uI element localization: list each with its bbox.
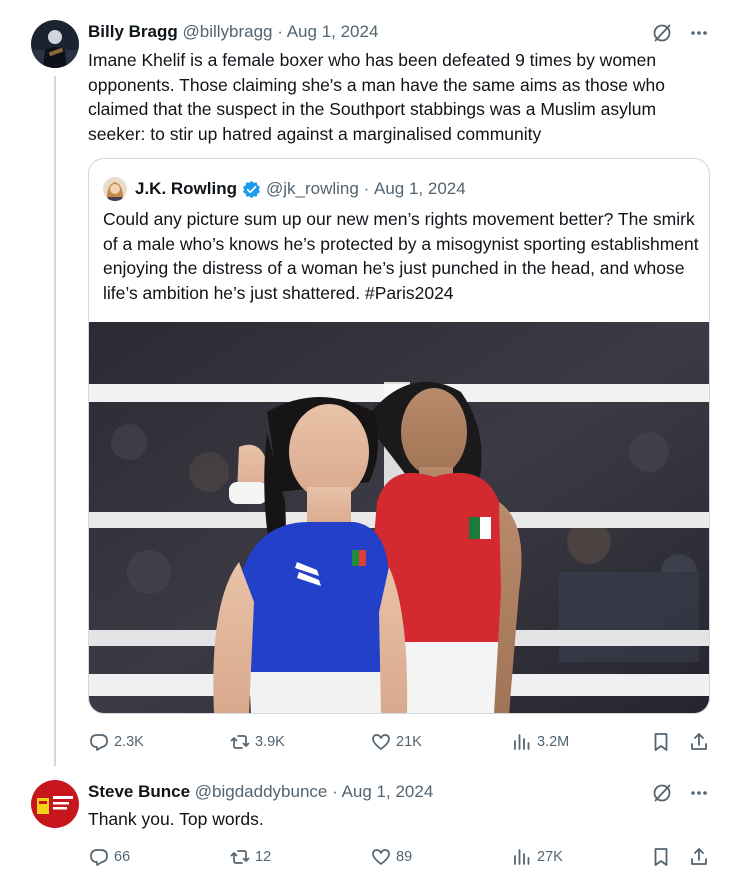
quote-header: J.K. Rowling @jk_rowling · Aug 1, 2024: [103, 177, 466, 201]
like-count: 21K: [396, 734, 422, 750]
quote-avatar[interactable]: [103, 177, 127, 201]
quote-photo[interactable]: [89, 322, 709, 713]
tweet-top-icons: [651, 22, 709, 44]
like-icon: [372, 734, 390, 750]
tweet-actions: 2.3K 3.9K 21K 3.2M: [88, 731, 712, 755]
quote-separator: ·: [363, 179, 370, 198]
bookmark-icon: [654, 848, 668, 866]
tweet-steve-bunce[interactable]: Steve Bunce @bigdaddybunce · Aug 1, 2024…: [0, 770, 731, 878]
repost-button[interactable]: 3.9K: [229, 731, 285, 753]
tweet-text: Imane Khelif is a female boxer who has b…: [88, 50, 665, 144]
like-button[interactable]: 21K: [370, 731, 422, 753]
quote-author-handle[interactable]: @jk_rowling: [266, 179, 359, 199]
separator: ·: [277, 22, 283, 41]
tweet-date[interactable]: Aug 1, 2024: [287, 22, 379, 41]
views-icon: [514, 734, 530, 750]
like-count: 89: [396, 849, 413, 865]
bookmark-button[interactable]: [650, 731, 672, 753]
views-button[interactable]: 3.2M: [511, 731, 569, 753]
like-button[interactable]: 89: [370, 846, 412, 868]
grok-icon[interactable]: [651, 782, 673, 804]
repost-icon: [230, 735, 250, 749]
tweet-billy-bragg[interactable]: Billy Bragg @billybragg · Aug 1, 2024 Im…: [0, 0, 731, 770]
avatar[interactable]: [31, 780, 79, 828]
reply-count: 2.3K: [114, 734, 144, 750]
bookmark-button[interactable]: [650, 846, 672, 868]
views-icon: [514, 849, 530, 865]
share-icon: [691, 848, 707, 865]
tweet-header: Billy Bragg @billybragg · Aug 1, 2024: [88, 22, 378, 42]
quote-author-name[interactable]: J.K. Rowling: [135, 179, 237, 199]
share-icon: [691, 733, 707, 750]
quoted-tweet[interactable]: J.K. Rowling @jk_rowling · Aug 1, 2024 C…: [88, 158, 710, 714]
grok-icon[interactable]: [651, 22, 673, 44]
separator: ·: [332, 782, 338, 801]
quote-date[interactable]: Aug 1, 2024: [374, 179, 466, 199]
tweet-top-icons: [651, 782, 709, 804]
share-button[interactable]: [688, 846, 710, 868]
views-count: 3.2M: [537, 734, 570, 750]
more-icon[interactable]: [689, 23, 709, 43]
views-count: 27K: [537, 849, 563, 865]
author-name[interactable]: Billy Bragg: [88, 22, 178, 41]
views-button[interactable]: 27K: [511, 846, 563, 868]
tweet-actions: 66 12 89 27K: [88, 846, 712, 870]
reply-button[interactable]: 2.3K: [88, 731, 144, 753]
repost-count: 3.9K: [255, 734, 285, 750]
repost-button[interactable]: 12: [229, 846, 271, 868]
repost-icon: [230, 850, 250, 864]
repost-count: 12: [255, 849, 272, 865]
author-name[interactable]: Steve Bunce: [88, 782, 190, 801]
author-handle[interactable]: @billybragg: [182, 22, 272, 41]
share-button[interactable]: [688, 731, 710, 753]
tweet-text: Thank you. Top words.: [88, 809, 264, 829]
reply-button[interactable]: 66: [88, 846, 130, 868]
quote-text: Could any picture sum up our new men’s r…: [103, 209, 699, 303]
tweet-header: Steve Bunce @bigdaddybunce · Aug 1, 2024: [88, 782, 433, 802]
author-handle[interactable]: @bigdaddybunce: [195, 782, 328, 801]
like-icon: [372, 849, 390, 865]
verified-badge-icon: [242, 180, 261, 199]
tweet-date[interactable]: Aug 1, 2024: [342, 782, 434, 801]
thread-line: [54, 76, 56, 766]
reply-icon: [90, 849, 108, 866]
bookmark-icon: [654, 733, 668, 751]
avatar[interactable]: [31, 20, 79, 68]
reply-count: 66: [114, 849, 131, 865]
reply-icon: [90, 734, 108, 751]
more-icon[interactable]: [689, 783, 709, 803]
